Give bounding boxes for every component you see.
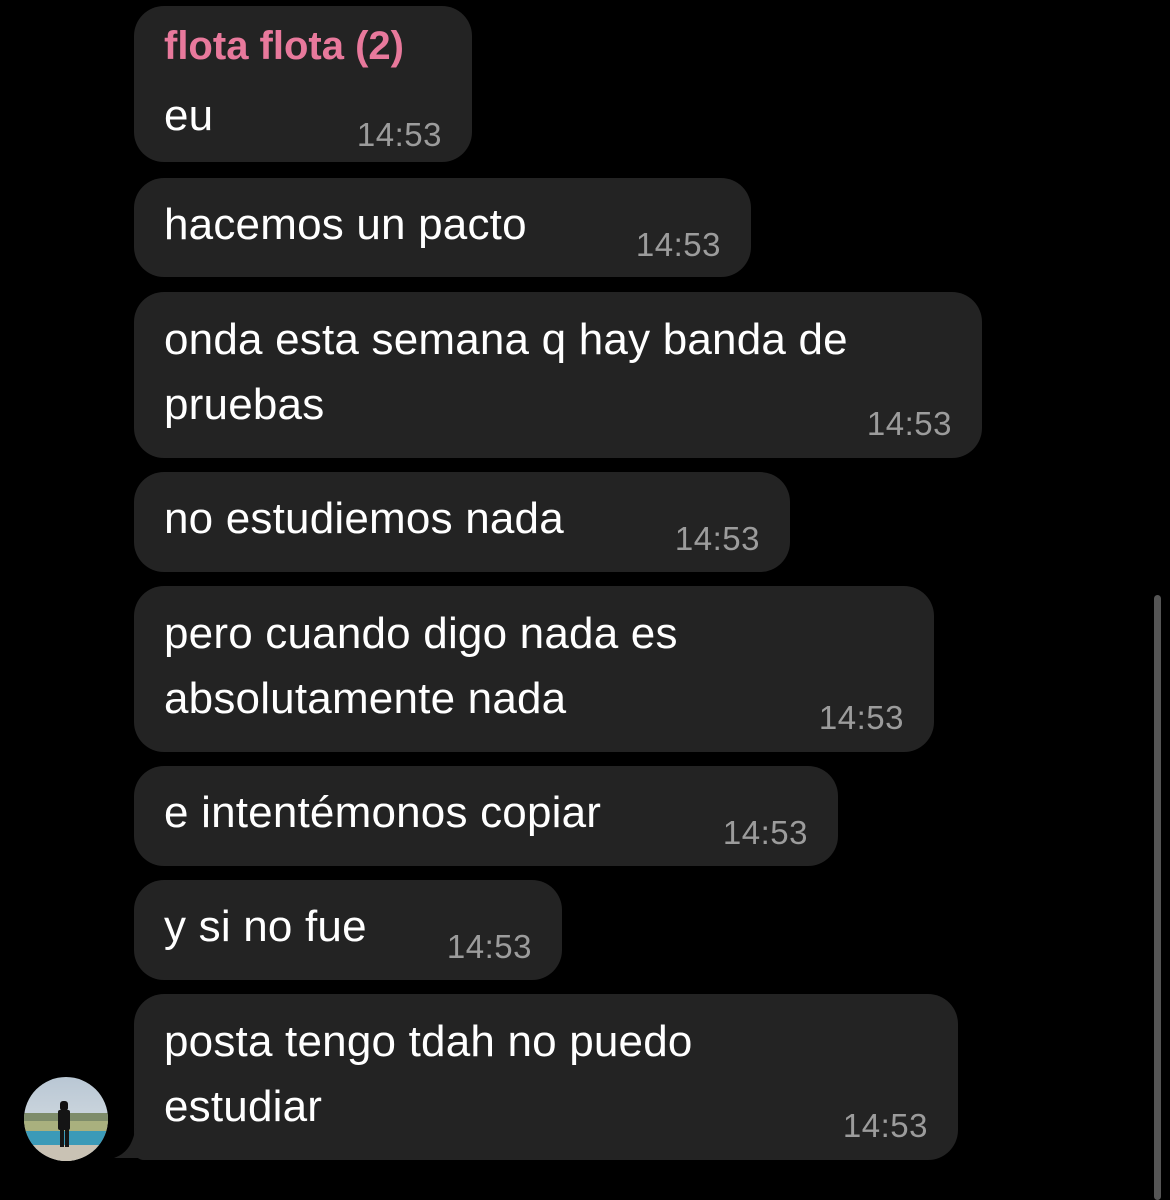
- avatar-photo: [24, 1077, 108, 1161]
- message-bubble[interactable]: pero cuando digo nada es absolutamente n…: [134, 586, 934, 752]
- message-text: y si no fue: [164, 902, 367, 951]
- chat-view: flota flota (2) eu 14:53 hacemos un pact…: [0, 0, 1170, 1200]
- message-text: eu: [164, 91, 214, 140]
- message-text: absolutamente nada: [164, 674, 567, 723]
- message-text: pero cuando digo nada es: [164, 609, 678, 658]
- bubble-tail: [114, 1124, 140, 1158]
- message-bubble[interactable]: onda esta semana q hay banda de pruebas …: [134, 292, 982, 458]
- message-text: no estudiemos nada: [164, 494, 564, 543]
- message-time: 14:53: [446, 928, 532, 965]
- message-time: 14:53: [866, 405, 952, 442]
- message-bubble[interactable]: y si no fue 14:53: [134, 880, 562, 980]
- message-text: estudiar: [164, 1082, 323, 1131]
- message-bubble[interactable]: posta tengo tdah no puedo estudiar 14:53: [134, 994, 958, 1160]
- message-text: hacemos un pacto: [164, 200, 527, 249]
- message-bubble[interactable]: no estudiemos nada 14:53: [134, 472, 790, 572]
- message-text: e intentémonos copiar: [164, 788, 602, 837]
- message-time: 14:53: [842, 1107, 928, 1144]
- message-time: 14:53: [356, 116, 442, 153]
- message-bubble[interactable]: hacemos un pacto 14:53: [134, 178, 751, 277]
- message-text: posta tengo tdah no puedo: [164, 1017, 693, 1066]
- message-time: 14:53: [635, 226, 721, 263]
- message-time: 14:53: [674, 520, 760, 557]
- message-time: 14:53: [818, 699, 904, 736]
- message-text: onda esta semana q hay banda de: [164, 315, 848, 364]
- message-bubble[interactable]: flota flota (2) eu 14:53: [134, 6, 472, 162]
- message-text: pruebas: [164, 380, 325, 429]
- sender-name[interactable]: flota flota (2): [164, 24, 404, 69]
- scrollbar[interactable]: [1154, 595, 1161, 1200]
- avatar[interactable]: [24, 1077, 108, 1161]
- message-bubble[interactable]: e intentémonos copiar 14:53: [134, 766, 838, 866]
- message-time: 14:53: [722, 814, 808, 851]
